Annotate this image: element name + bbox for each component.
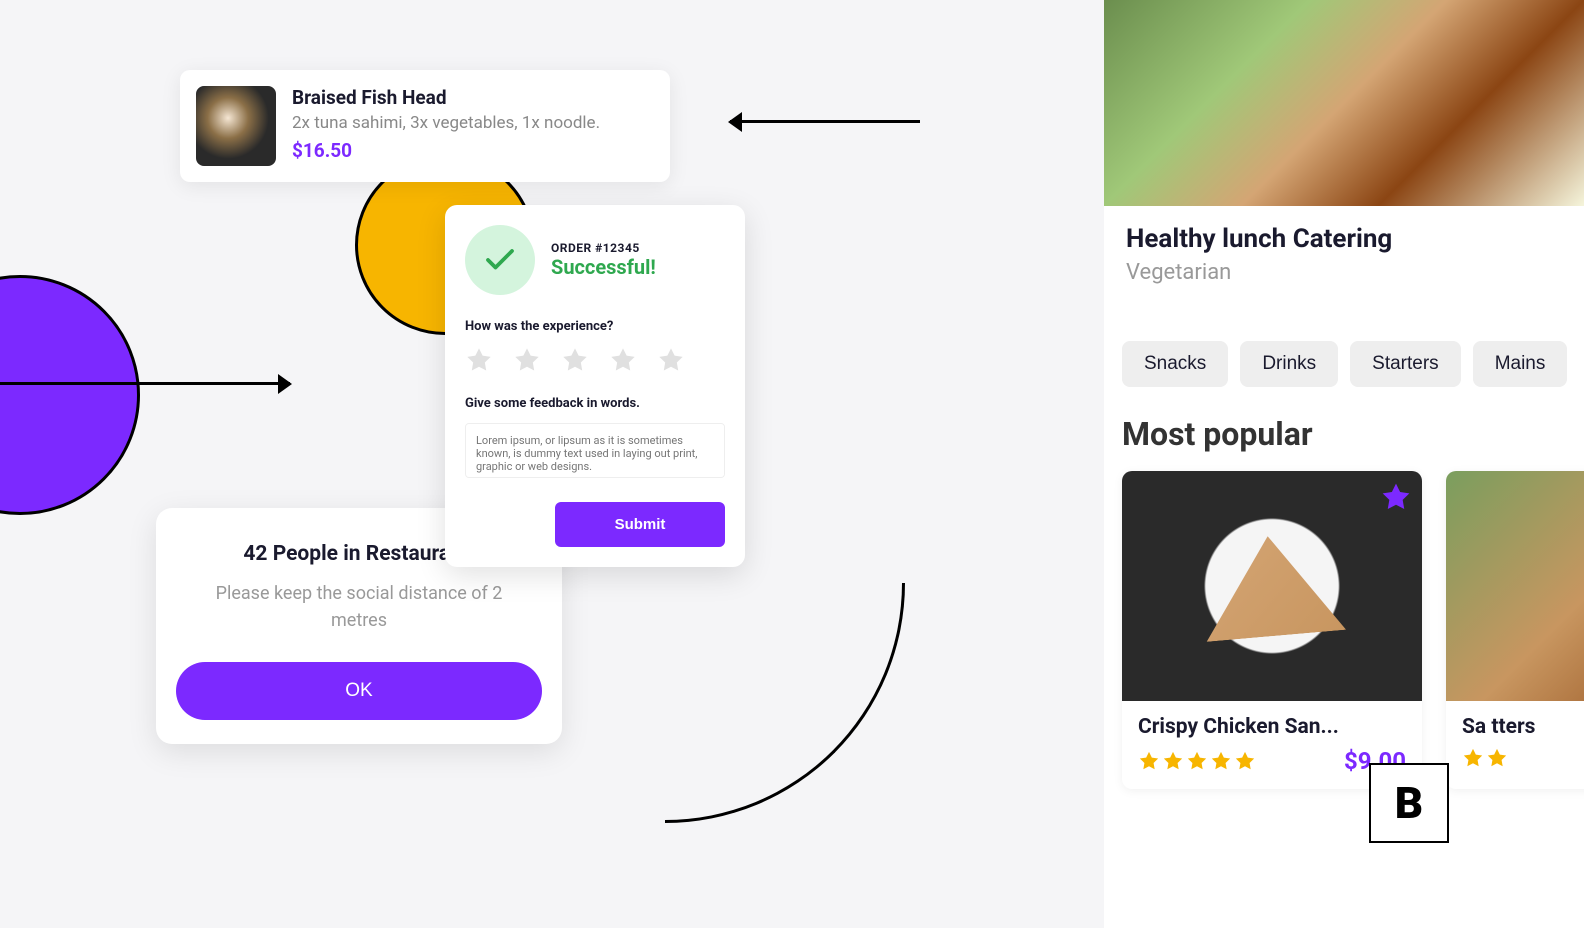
food-item-info: Braised Fish Head 2x tuna sahimi, 3x veg… <box>292 86 654 166</box>
tab-mains[interactable]: Mains <box>1473 341 1568 387</box>
food-item-card[interactable]: Braised Fish Head 2x tuna sahimi, 3x veg… <box>180 70 670 182</box>
feedback-card: ORDER #12345 Successful! How was the exp… <box>445 205 745 567</box>
rating-star-3[interactable] <box>561 346 589 374</box>
rating-star-5[interactable] <box>657 346 685 374</box>
restaurant-subtitle: Vegetarian <box>1126 260 1562 285</box>
star-icon <box>1234 750 1256 772</box>
product-rating <box>1138 750 1256 772</box>
product-image <box>1122 471 1422 701</box>
category-tabs: Snacks Drinks Starters Mains <box>1104 341 1584 387</box>
product-card[interactable]: Sa tters <box>1446 471 1584 789</box>
product-name: Sa tters <box>1462 715 1584 739</box>
restaurant-title: Healthy lunch Catering <box>1126 224 1562 254</box>
rating-star-1[interactable] <box>465 346 493 374</box>
decorative-purple-circle <box>0 275 140 515</box>
star-icon <box>1162 750 1184 772</box>
rating-star-2[interactable] <box>513 346 541 374</box>
decorative-quarter-shape <box>665 583 905 823</box>
section-title-popular: Most popular <box>1104 387 1584 471</box>
product-info: Sa tters <box>1446 701 1584 783</box>
star-icon <box>1138 750 1160 772</box>
submit-button[interactable]: Submit <box>555 502 725 547</box>
star-icon <box>1210 750 1232 772</box>
food-item-description: 2x tuna sahimi, 3x vegetables, 1x noodle… <box>292 113 654 133</box>
tab-drinks[interactable]: Drinks <box>1240 341 1338 387</box>
product-rating <box>1462 747 1508 769</box>
product-name: Crispy Chicken San... <box>1138 715 1406 739</box>
favorite-star-icon[interactable] <box>1380 481 1412 513</box>
restaurant-panel: Healthy lunch Catering Vegetarian Snacks… <box>1104 0 1584 928</box>
restaurant-hero-image <box>1104 0 1584 206</box>
ok-button[interactable]: OK <box>176 662 542 720</box>
products-row: Crispy Chicken San... $9.00 Sa tters <box>1104 471 1584 789</box>
brand-logo-badge: B <box>1369 763 1449 843</box>
success-check-icon <box>465 225 535 295</box>
food-item-image <box>196 86 276 166</box>
feedback-text-label: Give some feedback in words. <box>465 396 725 411</box>
star-icon <box>1462 747 1484 769</box>
success-status-text: Successful! <box>551 255 656 279</box>
product-card[interactable]: Crispy Chicken San... $9.00 <box>1122 471 1422 789</box>
rating-stars-input <box>465 346 725 374</box>
food-item-title: Braised Fish Head <box>292 86 654 109</box>
alert-message: Please keep the social distance of 2 met… <box>176 580 542 634</box>
experience-question-label: How was the experience? <box>465 319 725 334</box>
food-item-price: $16.50 <box>292 139 654 162</box>
restaurant-info: Healthy lunch Catering Vegetarian <box>1104 206 1584 309</box>
arrow-left-icon <box>730 120 920 123</box>
tab-snacks[interactable]: Snacks <box>1122 341 1228 387</box>
arrow-right-icon <box>0 382 290 385</box>
tab-starters[interactable]: Starters <box>1350 341 1461 387</box>
feedback-header: ORDER #12345 Successful! <box>465 225 725 295</box>
star-icon <box>1186 750 1208 772</box>
order-number-label: ORDER #12345 <box>551 241 656 255</box>
rating-star-4[interactable] <box>609 346 637 374</box>
product-image <box>1446 471 1584 701</box>
star-icon <box>1486 747 1508 769</box>
feedback-textarea[interactable] <box>465 423 725 478</box>
